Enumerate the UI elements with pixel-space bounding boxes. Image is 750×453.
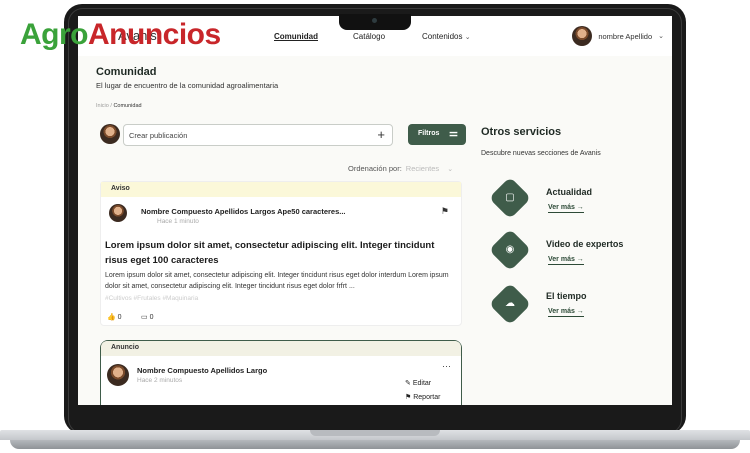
service-name-tiempo[interactable]: El tiempo xyxy=(546,291,587,301)
post-card: Aviso Nombre Compuesto Apellidos Largos … xyxy=(100,181,462,326)
create-post-placeholder: Crear publicación xyxy=(129,131,188,140)
post-time: Hace 1 minuto xyxy=(157,218,199,225)
camera-notch xyxy=(339,14,411,30)
more-options-icon[interactable]: ··· xyxy=(442,361,451,371)
chevron-down-icon: ⌄ xyxy=(658,33,664,40)
sort-value: Recientes xyxy=(405,164,440,173)
pencil-icon: ✎ xyxy=(405,380,411,387)
user-name: nombre Apellido xyxy=(598,31,653,41)
laptop-base-bottom xyxy=(10,440,740,449)
breadcrumb-home[interactable]: Inicio / xyxy=(96,103,112,109)
weather-icon: ☁ xyxy=(505,298,515,309)
page-title: Comunidad xyxy=(96,66,157,78)
nav-link-contenidos[interactable]: Contenidos ⌄ xyxy=(422,32,471,41)
author-avatar[interactable] xyxy=(109,204,127,222)
report-menu-item[interactable]: ⚑ Reportar xyxy=(405,393,440,401)
plus-icon[interactable]: + xyxy=(377,128,385,142)
sidebar-subtitle: Descubre nuevas secciones de Avanis xyxy=(481,150,601,157)
sidebar-title: Otros servicios xyxy=(481,126,562,138)
post-tag: Aviso xyxy=(101,182,461,197)
nav-link-contenidos-label: Contenidos xyxy=(422,32,463,41)
post-body: Lorem ipsum dolor sit amet, consectetur … xyxy=(105,272,449,290)
report-label: Reportar xyxy=(413,394,441,401)
flag-icon[interactable]: ⚑ xyxy=(441,206,449,217)
nav-link-catalogo[interactable]: Catálogo xyxy=(353,32,385,41)
sort-label: Ordenación por: xyxy=(348,164,402,173)
flag-icon: ⚑ xyxy=(405,394,412,401)
post-card: Anuncio Nombre Compuesto Apellidos Largo… xyxy=(100,340,462,405)
service-name-videos[interactable]: Video de expertos xyxy=(546,239,623,249)
logo-part-1: Agro xyxy=(20,18,89,51)
sort-selector[interactable]: Ordenación por: Recientes ⌄ xyxy=(348,164,453,173)
stage: Avanis Comunidad Catálogo Contenidos ⌄ n… xyxy=(0,0,750,453)
agroanuncios-logo: AgroAnuncios xyxy=(20,18,221,52)
service-name-actualidad[interactable]: Actualidad xyxy=(546,187,592,197)
comment-button[interactable]: ▭ 0 xyxy=(141,313,153,321)
laptop-base xyxy=(0,430,750,452)
app-screen: Avanis Comunidad Catálogo Contenidos ⌄ n… xyxy=(78,16,672,405)
filters-label: Filtros xyxy=(418,130,440,137)
service-link-tiempo[interactable]: Ver más → xyxy=(548,308,584,317)
laptop-groove xyxy=(310,430,440,436)
page-subtitle: El lugar de encuentro de la comunidad ag… xyxy=(96,81,279,90)
avatar xyxy=(572,26,593,46)
breadcrumb: Inicio / Comunidad xyxy=(96,103,142,109)
news-icon: ▢ xyxy=(505,192,515,203)
create-post-input[interactable]: Crear publicación + xyxy=(123,124,393,146)
comment-icon: ▭ xyxy=(141,314,148,321)
post-time: Hace 2 minutos xyxy=(137,377,183,384)
logo-part-2: Anuncios xyxy=(88,18,221,51)
camera-icon: ◉ xyxy=(505,244,515,255)
user-menu[interactable]: nombre Apellido ⌄ xyxy=(572,26,664,46)
service-link-videos[interactable]: Ver más → xyxy=(548,256,584,265)
service-link-actualidad[interactable]: Ver más → xyxy=(548,204,584,213)
post-title[interactable]: Lorem ipsum dolor sit amet, consectetur … xyxy=(105,238,457,268)
chevron-down-icon: ⌄ xyxy=(447,166,454,173)
like-count: 0 xyxy=(117,314,122,321)
author-avatar[interactable] xyxy=(107,364,129,386)
thumbs-up-icon: 👍 xyxy=(107,314,116,321)
post-author[interactable]: Nombre Compuesto Apellidos Largos Ape50 … xyxy=(141,207,346,216)
filters-button[interactable]: Filtros ⚌ xyxy=(408,124,466,145)
sliders-icon: ⚌ xyxy=(449,128,458,139)
my-avatar xyxy=(100,124,120,144)
nav-link-comunidad[interactable]: Comunidad xyxy=(274,32,318,41)
like-button[interactable]: 👍 0 xyxy=(107,313,122,321)
comment-count: 0 xyxy=(149,314,154,321)
edit-label: Editar xyxy=(412,380,432,387)
breadcrumb-current: Comunidad xyxy=(113,103,142,109)
post-author[interactable]: Nombre Compuesto Apellidos Largo xyxy=(137,366,267,375)
edit-menu-item[interactable]: ✎ Editar xyxy=(405,379,431,387)
post-hashtags: #Cultivos #Frutales #Maquinaria xyxy=(105,295,199,302)
chevron-down-icon: ⌄ xyxy=(464,34,471,41)
post-tag: Anuncio xyxy=(101,341,461,356)
